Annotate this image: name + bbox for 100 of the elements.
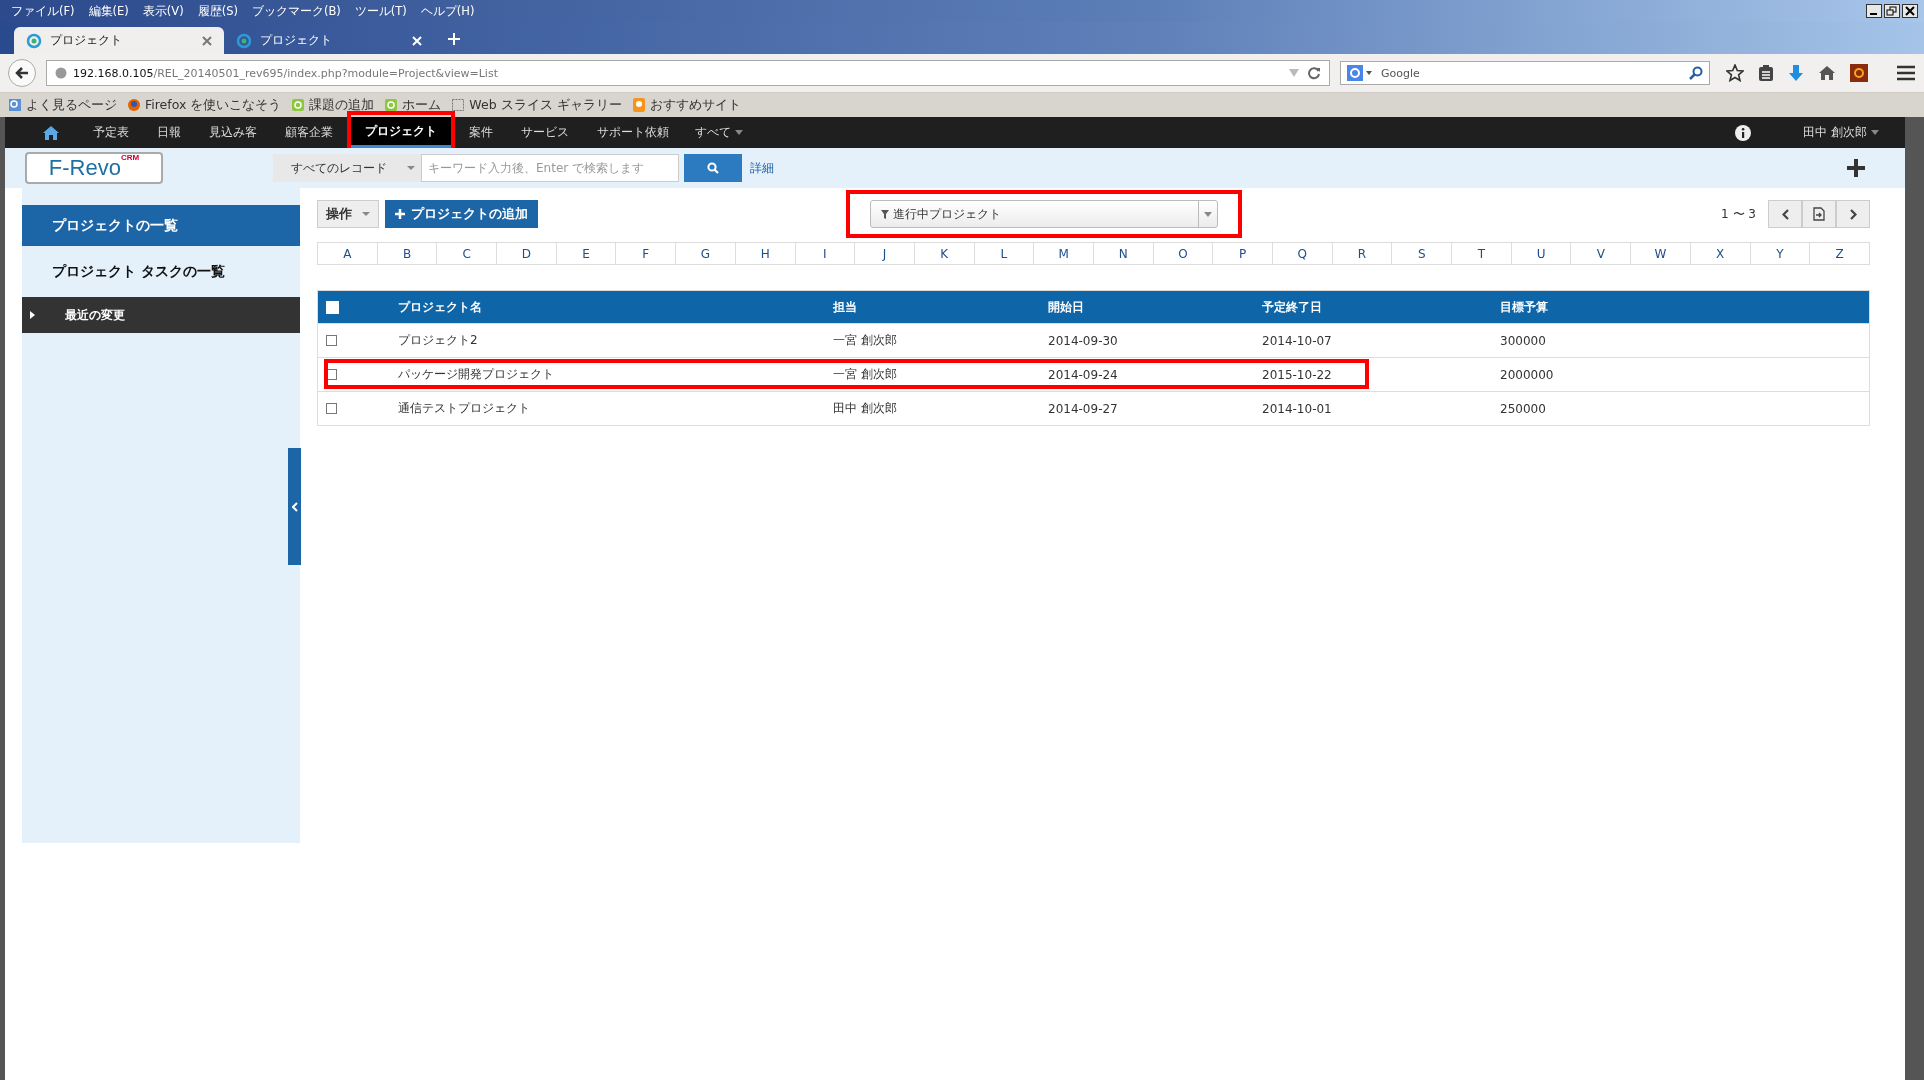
alphabet-filter[interactable]: L — [973, 243, 1034, 264]
alphabet-filter[interactable]: Q — [1272, 243, 1332, 264]
alphabet-filter[interactable]: E — [555, 243, 616, 264]
alphabet-filter[interactable]: J — [854, 243, 914, 264]
column-header[interactable]: 予定終了日 — [1262, 298, 1322, 316]
alphabet-filter[interactable]: M — [1033, 243, 1093, 264]
alphabet-filter[interactable]: N — [1092, 243, 1153, 264]
alphabet-filter[interactable]: X — [1689, 243, 1750, 264]
operation-dropdown[interactable]: 操作 — [317, 200, 379, 228]
page-jump-button[interactable] — [1802, 200, 1836, 228]
column-header[interactable]: 目標予算 — [1500, 298, 1548, 316]
minimize-icon[interactable] — [1866, 4, 1882, 18]
bookmark-link[interactable]: よく見るページ — [26, 96, 117, 114]
search-engine-icon[interactable] — [1347, 65, 1373, 81]
alphabet-filter[interactable]: I — [794, 243, 855, 264]
clipboard-icon[interactable] — [1758, 64, 1774, 82]
alphabet-filter[interactable]: R — [1331, 243, 1392, 264]
sidebar-item[interactable]: プロジェクトの一覧 — [22, 205, 300, 246]
menu-item[interactable]: ツール(T) — [349, 3, 412, 19]
column-header[interactable]: プロジェクト名 — [398, 298, 482, 316]
menu-item[interactable]: ファイル(F) — [6, 3, 80, 19]
nav-tab[interactable]: 顧客企業 — [271, 117, 347, 148]
menu-item[interactable]: 編集(E) — [83, 3, 134, 19]
alphabet-filter[interactable]: S — [1391, 243, 1452, 264]
addon-icon[interactable] — [1850, 64, 1868, 82]
browser-tab[interactable]: プロジェクト — [224, 27, 434, 54]
add-project-button[interactable]: プロジェクトの追加 — [385, 200, 538, 228]
bookmark-link[interactable]: ホーム — [402, 96, 442, 114]
bookmark-link[interactable]: 課題の追加 — [309, 96, 375, 114]
filter-dropdown[interactable]: 進行中プロジェクト — [870, 200, 1218, 228]
alphabet-filter[interactable]: G — [675, 243, 735, 264]
alphabet-filter[interactable]: D — [496, 243, 556, 264]
recent-changes-header[interactable]: 最近の変更 — [22, 297, 300, 333]
alphabet-filter[interactable]: Y — [1749, 243, 1810, 264]
alphabet-filter[interactable]: B — [376, 243, 437, 264]
bookmark-link[interactable]: おすすめサイト — [649, 96, 741, 114]
search-field[interactable]: Google — [1340, 61, 1710, 85]
address-field[interactable]: 192.168.0.105/REL_20140501_rev695/index.php?module=Project&view=List — [46, 60, 1330, 86]
chevron-left-icon — [1781, 208, 1789, 220]
scrollbar[interactable] — [1905, 117, 1924, 1080]
info-icon[interactable] — [1735, 124, 1752, 141]
alphabet-filter[interactable]: K — [913, 243, 974, 264]
alphabet-filter[interactable]: P — [1212, 243, 1272, 264]
search-icon[interactable] — [1689, 66, 1703, 80]
alphabet-filter[interactable]: T — [1451, 243, 1511, 264]
alphabet-filter[interactable]: Z — [1809, 243, 1869, 264]
new-tab-icon[interactable] — [448, 33, 460, 45]
restore-icon[interactable] — [1884, 4, 1900, 18]
alphabet-filter[interactable]: U — [1510, 243, 1571, 264]
alphabet-filter[interactable]: A — [318, 243, 377, 264]
browser-tab[interactable]: プロジェクト — [14, 27, 224, 54]
row-checkbox[interactable] — [326, 403, 337, 414]
table-cell: 2014-10-01 — [1262, 401, 1332, 416]
home-icon[interactable] — [1818, 65, 1836, 81]
bookmark-link[interactable]: Web スライス ギャラリー — [469, 96, 622, 114]
nav-tab[interactable]: サポート依頼 — [583, 117, 683, 148]
row-checkbox[interactable] — [326, 369, 337, 380]
close-icon[interactable] — [1902, 4, 1918, 18]
back-button[interactable] — [8, 59, 36, 87]
column-header[interactable]: 開始日 — [1048, 298, 1084, 316]
globe-icon — [26, 32, 42, 49]
alphabet-filter[interactable]: W — [1630, 243, 1690, 264]
alphabet-filter[interactable]: V — [1570, 243, 1631, 264]
search-button[interactable] — [684, 154, 742, 182]
nav-tab[interactable]: 日報 — [143, 117, 195, 148]
row-checkbox[interactable] — [326, 335, 337, 346]
nav-tab[interactable]: 案件 — [455, 117, 507, 148]
menu-item[interactable]: 表示(V) — [137, 3, 189, 19]
star-icon[interactable] — [1726, 64, 1744, 82]
next-page-button[interactable] — [1836, 200, 1870, 228]
menu-item[interactable]: ブックマーク(B) — [246, 3, 346, 19]
plus-icon[interactable] — [1847, 159, 1865, 177]
alphabet-filter[interactable]: F — [615, 243, 676, 264]
select-all-checkbox[interactable] — [326, 300, 339, 314]
filter-icon — [881, 209, 889, 219]
keyword-field[interactable]: キーワード入力後、Enter で検索します — [421, 154, 679, 182]
nav-tab[interactable]: サービス — [507, 117, 583, 148]
menu-icon[interactable] — [1896, 65, 1916, 81]
column-header[interactable]: 担当 — [833, 298, 857, 316]
nav-tab[interactable]: プロジェクト — [351, 117, 451, 148]
logo[interactable]: F-Revo$^{CRM}$ — [25, 152, 163, 184]
previous-page-button[interactable] — [1768, 200, 1802, 228]
menu-item[interactable]: 履歴(S) — [192, 3, 243, 19]
detail-link[interactable]: 詳細 — [750, 159, 774, 177]
menu-item[interactable]: ヘルプ(H) — [415, 3, 480, 19]
user-menu[interactable]: 田中 創次郎 — [1803, 124, 1867, 141]
home-icon[interactable] — [43, 124, 59, 141]
nav-tab[interactable]: 予定表 — [79, 117, 143, 148]
download-icon[interactable] — [1788, 64, 1804, 82]
collapse-handle[interactable] — [288, 448, 301, 565]
alphabet-filter[interactable]: C — [436, 243, 497, 264]
bookmark-link[interactable]: Firefox を使いこなそう — [145, 96, 282, 114]
alphabet-filter[interactable]: H — [734, 243, 795, 264]
feed-icon — [291, 98, 306, 112]
sidebar-item[interactable]: プロジェクト タスクの一覧 — [22, 246, 300, 297]
nav-menu[interactable]: すべて — [695, 124, 731, 141]
scope-dropdown[interactable]: すべてのレコード — [273, 154, 421, 182]
alphabet-filter[interactable]: O — [1152, 243, 1213, 264]
nav-tab[interactable]: 見込み客 — [195, 117, 271, 148]
reload-icon[interactable] — [1307, 66, 1321, 80]
